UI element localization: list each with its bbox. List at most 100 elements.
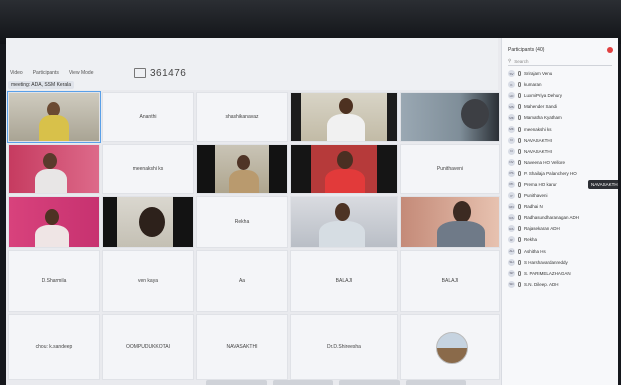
video-tile[interactable]: BALAJI [400, 250, 500, 312]
participant-name: S. PARIMELAZHAGAN [524, 270, 571, 276]
avatar: NV [508, 158, 515, 166]
search-placeholder: Search [514, 58, 529, 64]
participant-row[interactable]: RN Radhai N [508, 201, 616, 212]
participant-row[interactable]: SV Srirajam Venu [508, 68, 616, 79]
participant-row[interactable]: LD LuxmiPriya Dehury [508, 90, 616, 101]
video-tile[interactable]: ven kaya [102, 250, 194, 312]
avatar: K [508, 81, 515, 89]
video-tile[interactable] [290, 196, 398, 248]
top-toolbar: Video Participants View Mode meeting: AD… [6, 38, 498, 90]
participant-row[interactable]: P Punithaveni [508, 190, 616, 201]
participant-name: Ashitha Hs [524, 248, 546, 254]
video-tile[interactable]: meenakshi ks [102, 144, 194, 194]
video-tile[interactable]: BALAJI [290, 250, 398, 312]
participant-row[interactable]: AH Ashitha Hs [508, 246, 616, 257]
mic-icon [518, 193, 521, 199]
avatar: PK [508, 180, 515, 188]
participant-row[interactable]: MS Mahender Sandi [508, 101, 616, 112]
video-tile[interactable] [290, 144, 398, 194]
video-tile[interactable] [290, 92, 398, 142]
participant-name: Radhai N [524, 204, 543, 210]
participant-row[interactable]: MK meenakshi ks [508, 123, 616, 134]
video-tile[interactable]: Aa [196, 250, 288, 312]
participants-header: Participants (40) [502, 44, 618, 56]
mic-icon [518, 104, 521, 110]
avatar: SV [508, 70, 515, 78]
avatar: N [508, 147, 515, 155]
control-button[interactable] [272, 380, 333, 385]
participant-row[interactable]: SD S.N. Dileep. ADH [508, 279, 616, 290]
mic-icon [518, 226, 521, 232]
participant-name: ven kaya [137, 278, 158, 284]
video-tile[interactable] [102, 196, 194, 248]
mic-icon [518, 170, 521, 176]
participant-name: NAVASAKTHI [524, 137, 552, 143]
participant-name: Punithaveni [436, 166, 464, 172]
participant-row[interactable]: PS P. Shailaja Palanchery HO [508, 168, 616, 179]
close-icon[interactable] [607, 47, 613, 53]
participant-name: Naveena HO Vellore [524, 159, 566, 165]
video-tile[interactable]: Dr.D.Shireesha [290, 314, 398, 380]
participant-name: Rekha [524, 237, 538, 243]
avatar: PS [508, 169, 515, 177]
participant-name: P. Shailaja Palanchery HO [524, 170, 577, 176]
video-tile[interactable] [400, 314, 500, 380]
video-tile[interactable]: shashikanavaz [196, 92, 288, 142]
participant-row[interactable]: SP S. PARIMELAZHAGAN [508, 268, 616, 279]
video-menu[interactable]: Video [10, 70, 23, 76]
avatar: SH [508, 258, 515, 266]
participant-row[interactable]: RA Rajasekaran ADH [508, 223, 616, 234]
video-grid: Ananthi shashikanavaz meenakshi ks Punit… [7, 91, 508, 384]
control-button[interactable] [405, 380, 466, 385]
avatar: LD [508, 92, 515, 100]
participant-row[interactable]: R Rekha [508, 234, 616, 245]
participant-name: S Harshavardanreddy [524, 259, 568, 265]
participant-row[interactable]: N NAVASAKTHI [508, 146, 616, 157]
avatar: MK [508, 125, 515, 133]
participant-row[interactable]: N NAVASAKTHI [508, 135, 616, 146]
video-tile[interactable] [400, 92, 500, 142]
avatar: P [508, 192, 515, 200]
mic-icon [518, 115, 521, 121]
video-tile[interactable] [8, 144, 100, 194]
avatar: MS [508, 103, 515, 111]
profile-avatar-icon [436, 332, 468, 364]
video-tile[interactable]: chou: k.sandeep [8, 314, 100, 380]
control-button[interactable] [339, 380, 400, 385]
control-button[interactable] [206, 380, 267, 385]
participants-menu[interactable]: Participants [33, 70, 59, 76]
participant-row[interactable]: RA Radhasundharanagan ADH [508, 212, 616, 223]
toolbar-menu: Video Participants View Mode [10, 70, 93, 76]
video-tile[interactable] [7, 91, 101, 143]
video-tile[interactable]: NAVASAKTHI [196, 314, 288, 380]
mic-icon [518, 71, 521, 77]
meeting-window: Video Participants View Mode meeting: AD… [6, 38, 618, 385]
participant-name: OOMPUDUKKOTAI [125, 344, 171, 350]
video-tile[interactable]: Rekha [196, 196, 288, 248]
participant-row[interactable]: MK Mamatha Kyatham [508, 112, 616, 123]
mic-icon [518, 215, 521, 221]
participant-name: Prema HO karur [524, 181, 557, 187]
participant-name: kumaran [524, 82, 542, 88]
video-tile[interactable]: OOMPUDUKKOTAI [102, 314, 194, 380]
view-mode-menu[interactable]: View Mode [69, 70, 94, 76]
participant-row[interactable]: NV Naveena HO Vellore [508, 157, 616, 168]
participant-name: Mahender Sandi [524, 104, 558, 110]
video-tile[interactable] [400, 196, 500, 248]
video-tile[interactable] [8, 196, 100, 248]
participant-row[interactable]: SH S Harshavardanreddy [508, 257, 616, 268]
participant-name: chou: k.sandeep [35, 344, 73, 350]
participant-row[interactable]: Kkumaran [508, 79, 616, 90]
video-tile[interactable]: Ananthi [102, 92, 194, 142]
mic-icon [518, 137, 521, 143]
video-tile[interactable]: D.Sharmila [8, 250, 100, 312]
avatar: R [508, 236, 515, 244]
mic-icon [518, 270, 521, 276]
mic-icon [518, 181, 521, 187]
video-tile[interactable]: Punithaveni [400, 144, 500, 194]
avatar: MK [508, 114, 515, 122]
mic-icon [518, 126, 521, 132]
video-tile[interactable] [196, 144, 288, 194]
hover-tooltip: NAVASAKTHI [588, 180, 618, 189]
participants-search[interactable]: ⚲ Search [508, 57, 612, 66]
